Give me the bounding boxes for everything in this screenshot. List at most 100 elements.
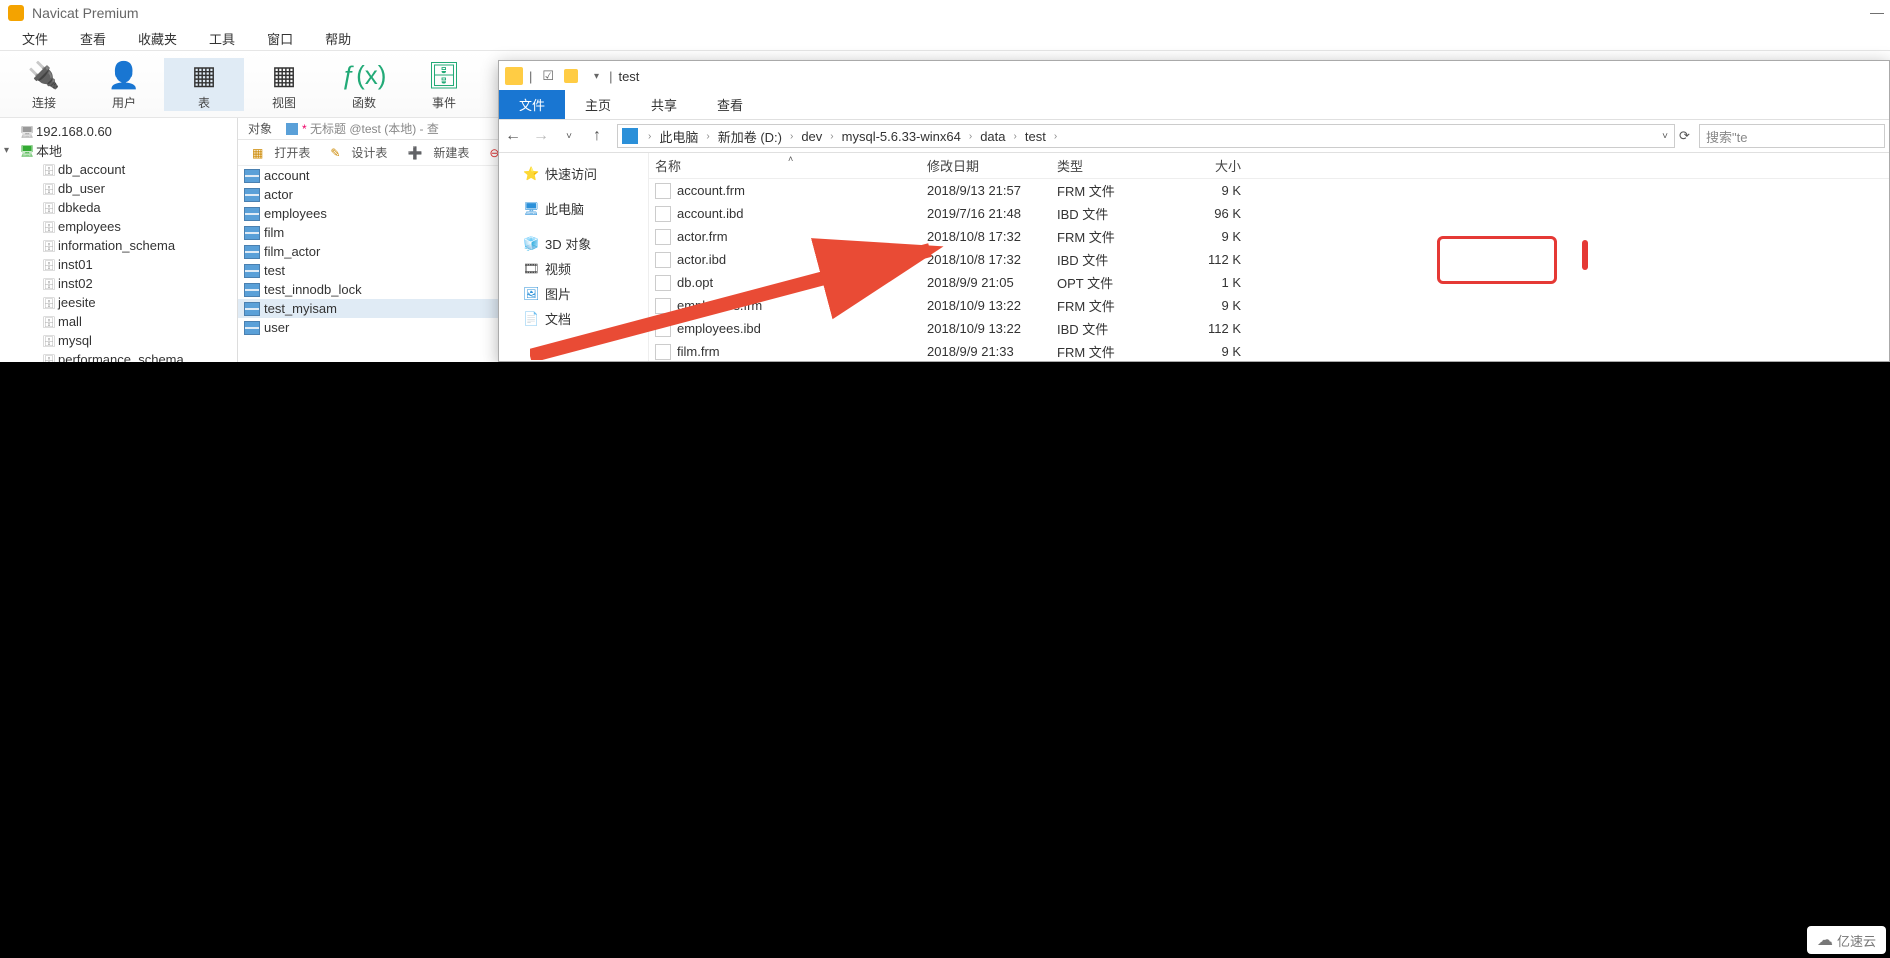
crumb-dev[interactable]: dev xyxy=(799,129,824,144)
column-headers[interactable]: 名称˄ 修改日期 类型 大小 xyxy=(649,153,1889,179)
db-jeesite[interactable]: jeesite xyxy=(0,293,237,312)
db-performance_schema[interactable]: performance_schema xyxy=(0,350,237,362)
table-test_myisam[interactable]: test_myisam xyxy=(238,299,498,318)
db-inst02[interactable]: inst02 xyxy=(0,274,237,293)
design-table-button[interactable]: ✎设计表 xyxy=(322,144,395,161)
chevron-right-icon[interactable]: › xyxy=(1008,131,1023,142)
nav-视频[interactable]: 🎞视频 xyxy=(505,256,642,281)
crumb-data[interactable]: data xyxy=(978,129,1007,144)
menu-工具[interactable]: 工具 xyxy=(193,29,251,48)
db-information_schema[interactable]: information_schema xyxy=(0,236,237,255)
crumb-mysql-5.6.33-winx64[interactable]: mysql-5.6.33-winx64 xyxy=(840,129,963,144)
ribbon-tabs: 文件主页共享查看 xyxy=(499,91,1889,119)
tool-视图[interactable]: ▦视图 xyxy=(244,58,324,111)
chevron-right-icon[interactable]: › xyxy=(642,131,657,142)
file-icon xyxy=(655,252,671,268)
minimize-button[interactable]: — xyxy=(1870,4,1884,20)
table-film[interactable]: film xyxy=(238,223,498,242)
col-type[interactable]: 类型 xyxy=(1057,156,1181,175)
crumb-此电脑[interactable]: 此电脑 xyxy=(657,127,700,146)
table-employees[interactable]: employees xyxy=(238,204,498,223)
breadcrumb[interactable]: ›此电脑›新加卷 (D:)›dev›mysql-5.6.33-winx64›da… xyxy=(617,124,1675,148)
file-row[interactable]: employees.ibd 2018/10/9 13:22IBD 文件112 K xyxy=(649,317,1889,340)
file-row[interactable]: db.opt 2018/9/9 21:05OPT 文件1 K xyxy=(649,271,1889,294)
forward-button[interactable]: → xyxy=(527,127,555,145)
nav-3D 对象[interactable]: 🧊3D 对象 xyxy=(505,231,642,256)
qat-dropdown-icon[interactable]: ▾ xyxy=(594,71,599,82)
connection-tree[interactable]: 192.168.0.60 ▾本地db_accountdb_userdbkedae… xyxy=(0,118,238,362)
db-mall[interactable]: mall xyxy=(0,312,237,331)
chevron-right-icon[interactable]: › xyxy=(700,131,715,142)
ribbon-tab-文件[interactable]: 文件 xyxy=(499,90,565,119)
ribbon-tab-主页[interactable]: 主页 xyxy=(565,90,631,119)
tool-事件[interactable]: 🗄事件 xyxy=(404,58,484,111)
file-row[interactable]: account.frm 2018/9/13 21:57FRM 文件9 K xyxy=(649,179,1889,202)
db-inst01[interactable]: inst01 xyxy=(0,255,237,274)
nav-图片[interactable]: 🖼图片 xyxy=(505,281,642,306)
search-input[interactable]: 搜索"te xyxy=(1699,124,1885,148)
file-row[interactable]: account.ibd 2019/7/16 21:48IBD 文件96 K xyxy=(649,202,1889,225)
ribbon-tab-共享[interactable]: 共享 xyxy=(631,90,697,119)
table-account[interactable]: account xyxy=(238,166,498,185)
file-row[interactable]: actor.ibd 2018/10/8 17:32IBD 文件112 K xyxy=(649,248,1889,271)
file-row[interactable]: actor.frm 2018/10/8 17:32FRM 文件9 K xyxy=(649,225,1889,248)
menu-帮助[interactable]: 帮助 xyxy=(309,29,367,48)
up-button[interactable]: ↑ xyxy=(583,127,611,145)
tab-objects[interactable]: 对象 xyxy=(248,120,272,137)
ribbon-tab-查看[interactable]: 查看 xyxy=(697,90,763,119)
chevron-right-icon[interactable]: › xyxy=(1048,131,1063,142)
new-table-button[interactable]: ➕新建表 xyxy=(399,144,477,161)
server-remote[interactable]: 192.168.0.60 xyxy=(0,122,237,141)
explorer-titlebar[interactable]: | ☑ ▾ | test xyxy=(499,61,1889,91)
delete-button[interactable]: ⊖删除 xyxy=(481,144,498,161)
tool-连接[interactable]: 🔌连接 xyxy=(4,58,84,111)
file-list[interactable]: 名称˄ 修改日期 类型 大小 account.frm 2018/9/13 21:… xyxy=(649,153,1889,361)
back-button[interactable]: ← xyxy=(499,127,527,145)
table-actor[interactable]: actor xyxy=(238,185,498,204)
file-row[interactable]: film.frm 2018/9/9 21:33FRM 文件9 K xyxy=(649,340,1889,361)
nav-此电脑[interactable]: 🖥此电脑 xyxy=(505,196,642,221)
nav-快速访问[interactable]: ⭐快速访问 xyxy=(505,161,642,186)
col-size[interactable]: 大小 xyxy=(1181,156,1251,175)
recent-dropdown-icon[interactable]: ˅ xyxy=(555,131,583,142)
table-test[interactable]: test xyxy=(238,261,498,280)
refresh-button[interactable]: ⟳ xyxy=(1679,128,1699,144)
crumb-test[interactable]: test xyxy=(1023,129,1048,144)
db-db_account[interactable]: db_account xyxy=(0,160,237,179)
tool-函数[interactable]: ƒ(x)函数 xyxy=(324,58,404,111)
menu-文件[interactable]: 文件 xyxy=(6,29,64,48)
open-table-button[interactable]: ▦打开表 xyxy=(244,144,318,161)
chevron-right-icon[interactable]: › xyxy=(824,131,839,142)
col-name[interactable]: 名称˄ xyxy=(649,156,927,175)
qat-check-icon[interactable]: ☑ xyxy=(542,68,554,84)
qat-sep: | xyxy=(529,69,532,84)
quick-access-toolbar[interactable]: | ☑ ▾ | xyxy=(529,68,612,84)
file-icon xyxy=(655,229,671,245)
table-film_actor[interactable]: film_actor xyxy=(238,242,498,261)
crumb-新加卷 (D:)[interactable]: 新加卷 (D:) xyxy=(716,127,784,146)
tool-表[interactable]: ▦表 xyxy=(164,58,244,111)
col-date[interactable]: 修改日期 xyxy=(927,156,1057,175)
table-user[interactable]: user xyxy=(238,318,498,337)
table-test_innodb_lock[interactable]: test_innodb_lock xyxy=(238,280,498,299)
address-dropdown-icon[interactable]: ˅ xyxy=(1651,131,1679,142)
qat-sep2: | xyxy=(609,69,612,84)
chevron-right-icon[interactable]: › xyxy=(784,131,799,142)
tab-document[interactable]: * 无标题 @test (本地) - 查 xyxy=(286,120,439,137)
chevron-right-icon[interactable]: › xyxy=(963,131,978,142)
object-panel: 对象 * 无标题 @test (本地) - 查 ▦打开表 ✎设计表 ➕新建表 ⊖… xyxy=(238,118,498,362)
menu-收藏夹[interactable]: 收藏夹 xyxy=(122,29,193,48)
folder-icon xyxy=(505,67,523,85)
server-local[interactable]: ▾本地 xyxy=(0,141,237,160)
file-row[interactable]: employees.frm 2018/10/9 13:22FRM 文件9 K xyxy=(649,294,1889,317)
menu-查看[interactable]: 查看 xyxy=(64,29,122,48)
db-dbkeda[interactable]: dbkeda xyxy=(0,198,237,217)
qat-folder-icon[interactable] xyxy=(564,69,578,83)
db-mysql[interactable]: mysql xyxy=(0,331,237,350)
db-employees[interactable]: employees xyxy=(0,217,237,236)
explorer-nav-pane[interactable]: ⭐快速访问 🖥此电脑 🧊3D 对象🎞视频🖼图片📄文档 xyxy=(499,153,649,361)
tool-用户[interactable]: 👤用户 xyxy=(84,58,164,111)
menu-窗口[interactable]: 窗口 xyxy=(251,29,309,48)
db-db_user[interactable]: db_user xyxy=(0,179,237,198)
nav-文档[interactable]: 📄文档 xyxy=(505,306,642,331)
